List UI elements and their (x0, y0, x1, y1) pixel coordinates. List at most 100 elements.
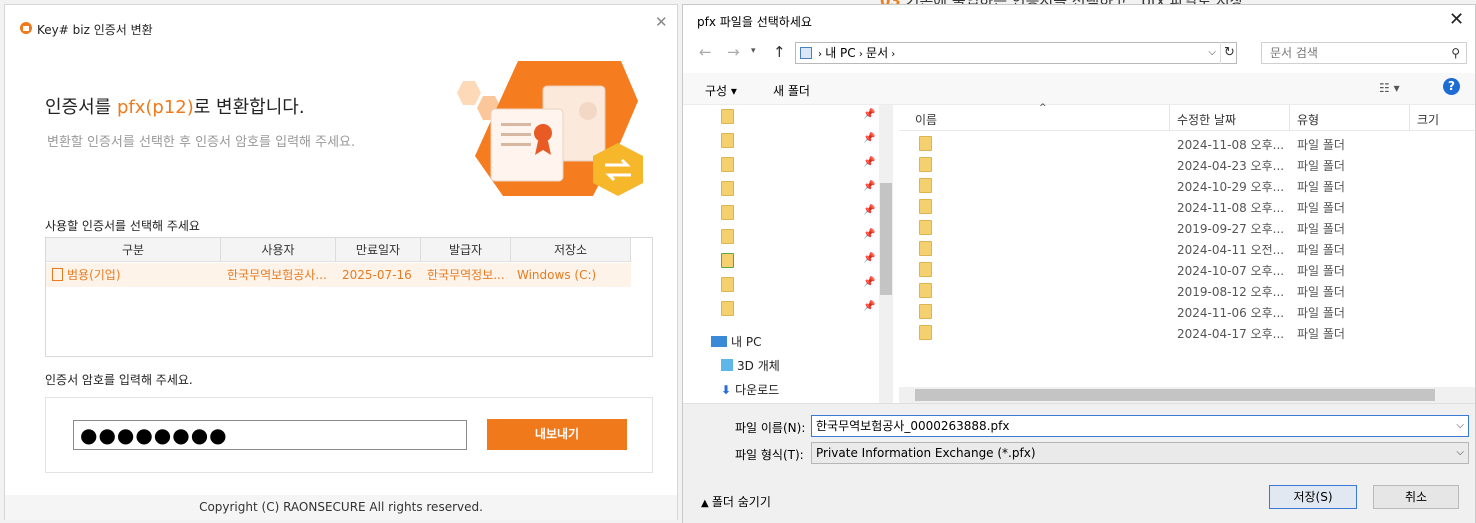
folder-icon (919, 136, 932, 151)
app-logo-icon (20, 22, 32, 34)
nav-item[interactable]: 📌 (721, 205, 875, 229)
file-type: 파일 폴더 (1297, 306, 1345, 320)
file-row[interactable]: 2024-04-11 오전... 파일 폴더 (899, 238, 1369, 259)
file-row[interactable]: 2024-10-07 오후... 파일 폴더 (899, 259, 1369, 280)
pin-icon: 📌 (863, 133, 876, 144)
file-type: 파일 폴더 (1297, 222, 1345, 236)
chevron-down-icon[interactable]: ⌵ (1456, 443, 1464, 463)
file-row[interactable]: 2024-04-23 오후... 파일 폴더 (899, 154, 1369, 175)
tree-label-downloads: 다운로드 (735, 383, 780, 397)
col-type[interactable]: 유형 (1297, 111, 1319, 128)
nav-item[interactable]: 📌 (721, 109, 875, 133)
nav-item[interactable]: 📌 (721, 253, 875, 277)
file-row[interactable]: 2024-11-08 오후... 파일 폴더 (899, 196, 1369, 217)
up-arrow-icon[interactable]: ↑ (773, 43, 786, 61)
page-subtitle: 변환할 인증서를 선택한 후 인증서 암호를 입력해 주세요. (47, 135, 356, 150)
filename-input[interactable]: 한국무역보험공사_0000263888.pfx ⌵ (811, 415, 1469, 437)
pin-icon: 📌 (863, 229, 876, 240)
tree-label-pc: 내 PC (731, 335, 762, 349)
file-row[interactable]: 2019-08-12 오후... 파일 폴더 (899, 280, 1369, 301)
folder-icon (919, 241, 932, 256)
breadcrumb-documents[interactable]: 문서 (866, 46, 888, 60)
close-icon[interactable]: ✕ (1449, 9, 1464, 30)
folder-icon (919, 304, 932, 319)
col-store: 저장소 (511, 238, 631, 262)
file-row[interactable]: 2024-11-06 오후... 파일 폴더 (899, 301, 1369, 322)
download-icon: ⬇ (721, 383, 732, 397)
sort-up-icon: ^ (1039, 103, 1047, 113)
col-expiry: 만료일자 (336, 238, 421, 262)
help-icon[interactable]: ? (1443, 78, 1460, 95)
chevron-down-icon[interactable]: ⌵ (1456, 416, 1464, 436)
table-row[interactable]: 범용(기업) 한국무역보험공사... 2025-07-16 한국무역정보... … (46, 263, 631, 287)
file-row[interactable]: 2024-04-17 오후... 파일 폴더 (899, 322, 1369, 343)
file-dialog: pfx 파일을 선택하세요 ✕ ← → ▾ ↑ › 내 PC › 문서 › ⌵ … (682, 4, 1476, 523)
cert-table-header: 구분 사용자 만료일자 발급자 저장소 (46, 238, 631, 262)
quick-access-list: 📌 📌 📌 📌 📌 📌 📌 📌 📌 (721, 109, 875, 325)
folder-icon (721, 109, 734, 124)
folder-icon (721, 133, 734, 148)
horizontal-scroll-thumb[interactable] (915, 389, 1435, 401)
folder-icon (721, 301, 734, 316)
cert-expiry: 2025-07-16 (342, 268, 412, 282)
cert-table: 구분 사용자 만료일자 발급자 저장소 범용(기업) 한국무역보험공사... 2… (45, 237, 653, 357)
file-row[interactable]: 2024-11-08 오후... 파일 폴더 (899, 133, 1369, 154)
filetype-select[interactable]: Private Information Exchange (*.pfx) ⌵ (811, 442, 1469, 464)
forward-arrow-icon[interactable]: → (727, 43, 740, 61)
col-divider (1169, 105, 1170, 131)
col-user: 사용자 (221, 238, 336, 262)
password-label: 인증서 암호를 입력해 주세요. (45, 373, 193, 387)
back-arrow-icon[interactable]: ← (699, 43, 712, 61)
pin-icon: 📌 (863, 277, 876, 288)
export-button[interactable]: 내보내기 (487, 419, 627, 450)
password-input[interactable]: ●●●●●●●● (73, 420, 467, 450)
breadcrumb-pc[interactable]: 내 PC (825, 46, 855, 60)
pc-icon (800, 47, 812, 59)
nav-item[interactable]: 📌 (721, 229, 875, 253)
nav-item[interactable]: 📌 (721, 133, 875, 157)
tree-item-downloads[interactable]: ⬇ 다운로드 (721, 381, 779, 398)
address-dropdown-icon[interactable]: ⌵ (1208, 43, 1216, 63)
folder-icon (919, 178, 932, 193)
nav-scroll-thumb[interactable] (880, 183, 892, 295)
navigation-pane: 📌 📌 📌 📌 📌 📌 📌 📌 📌 내 PC 3D 개체 ⬇ 다운로드 (683, 105, 895, 405)
recent-chevron-icon[interactable]: ▾ (751, 46, 756, 56)
folder-icon (721, 157, 734, 172)
file-date: 2024-11-06 오후... (1177, 306, 1285, 320)
search-placeholder: 문서 검색 (1270, 46, 1318, 60)
nav-item[interactable]: 📌 (721, 277, 875, 301)
tree-item-3d[interactable]: 3D 개체 (721, 357, 780, 374)
hide-folders-toggle[interactable]: ▲ 폴더 숨기기 (701, 493, 771, 510)
save-button[interactable]: 저장(S) (1269, 485, 1357, 509)
address-bar[interactable]: › 내 PC › 문서 › ⌵ (795, 42, 1237, 64)
nav-item[interactable]: 📌 (721, 157, 875, 181)
folder-icon (919, 157, 932, 172)
hide-folders-label: 폴더 숨기기 (711, 495, 771, 509)
folder-icon (721, 181, 734, 196)
col-date[interactable]: 수정한 날짜 (1177, 111, 1236, 128)
nav-item[interactable]: 📌 (721, 301, 875, 325)
view-options-icon[interactable]: ☷ ▾ (1379, 81, 1400, 95)
search-icon: ⚲ (1451, 46, 1460, 60)
col-issuer: 발급자 (421, 238, 511, 262)
col-size[interactable]: 크기 (1417, 111, 1439, 128)
tree-item-pc[interactable]: 내 PC (711, 333, 761, 350)
col-divider (1409, 105, 1410, 131)
copyright-footer: Copyright (C) RAONSECURE All rights rese… (5, 495, 677, 520)
heading-suffix: 로 변환합니다. (193, 97, 305, 118)
new-folder-button[interactable]: 새 폴더 (773, 82, 810, 99)
refresh-icon[interactable]: ↻ (1220, 42, 1238, 64)
search-input[interactable]: 문서 검색 ⚲ (1261, 42, 1467, 64)
file-row[interactable]: 2019-09-27 오후... 파일 폴더 (899, 217, 1369, 238)
file-type: 파일 폴더 (1297, 243, 1345, 257)
col-name[interactable]: 이름 (915, 111, 937, 128)
cancel-button[interactable]: 취소 (1373, 485, 1459, 509)
organize-button[interactable]: 구성 ▾ (705, 82, 737, 99)
pin-icon: 📌 (863, 157, 876, 168)
cell-type: 범용(기업) (46, 263, 221, 287)
file-date: 2024-04-17 오후... (1177, 327, 1285, 341)
file-row[interactable]: 2024-10-29 오후... 파일 폴더 (899, 175, 1369, 196)
breadcrumb-sep-icon: › (888, 49, 896, 60)
close-icon[interactable]: ✕ (655, 13, 668, 31)
nav-item[interactable]: 📌 (721, 181, 875, 205)
